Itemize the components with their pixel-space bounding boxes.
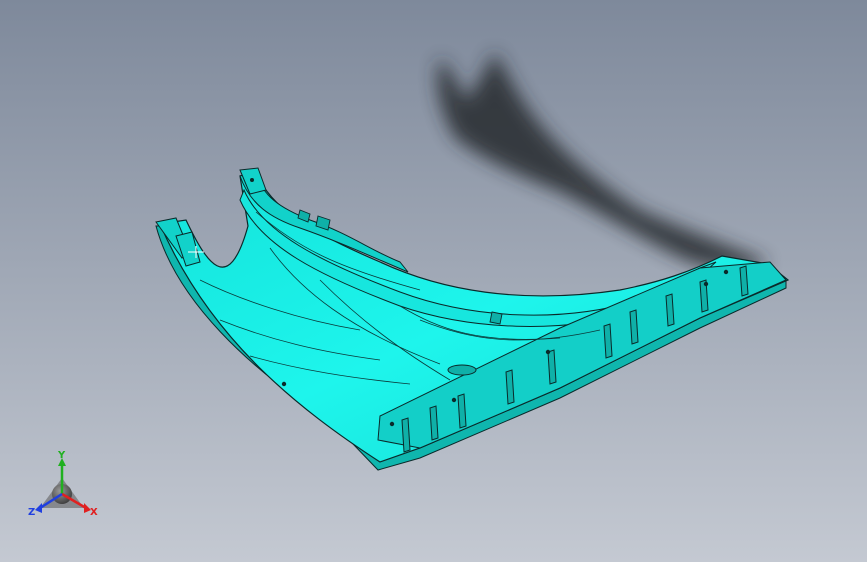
triad-y-label: Y bbox=[57, 450, 66, 461]
part-slot bbox=[447, 364, 477, 376]
3d-viewport[interactable]: Y X Z bbox=[0, 0, 867, 562]
triad-z-label: Z bbox=[28, 507, 35, 518]
model-scene[interactable]: Y X Z bbox=[0, 0, 867, 562]
triad-x-label: X bbox=[90, 507, 98, 518]
